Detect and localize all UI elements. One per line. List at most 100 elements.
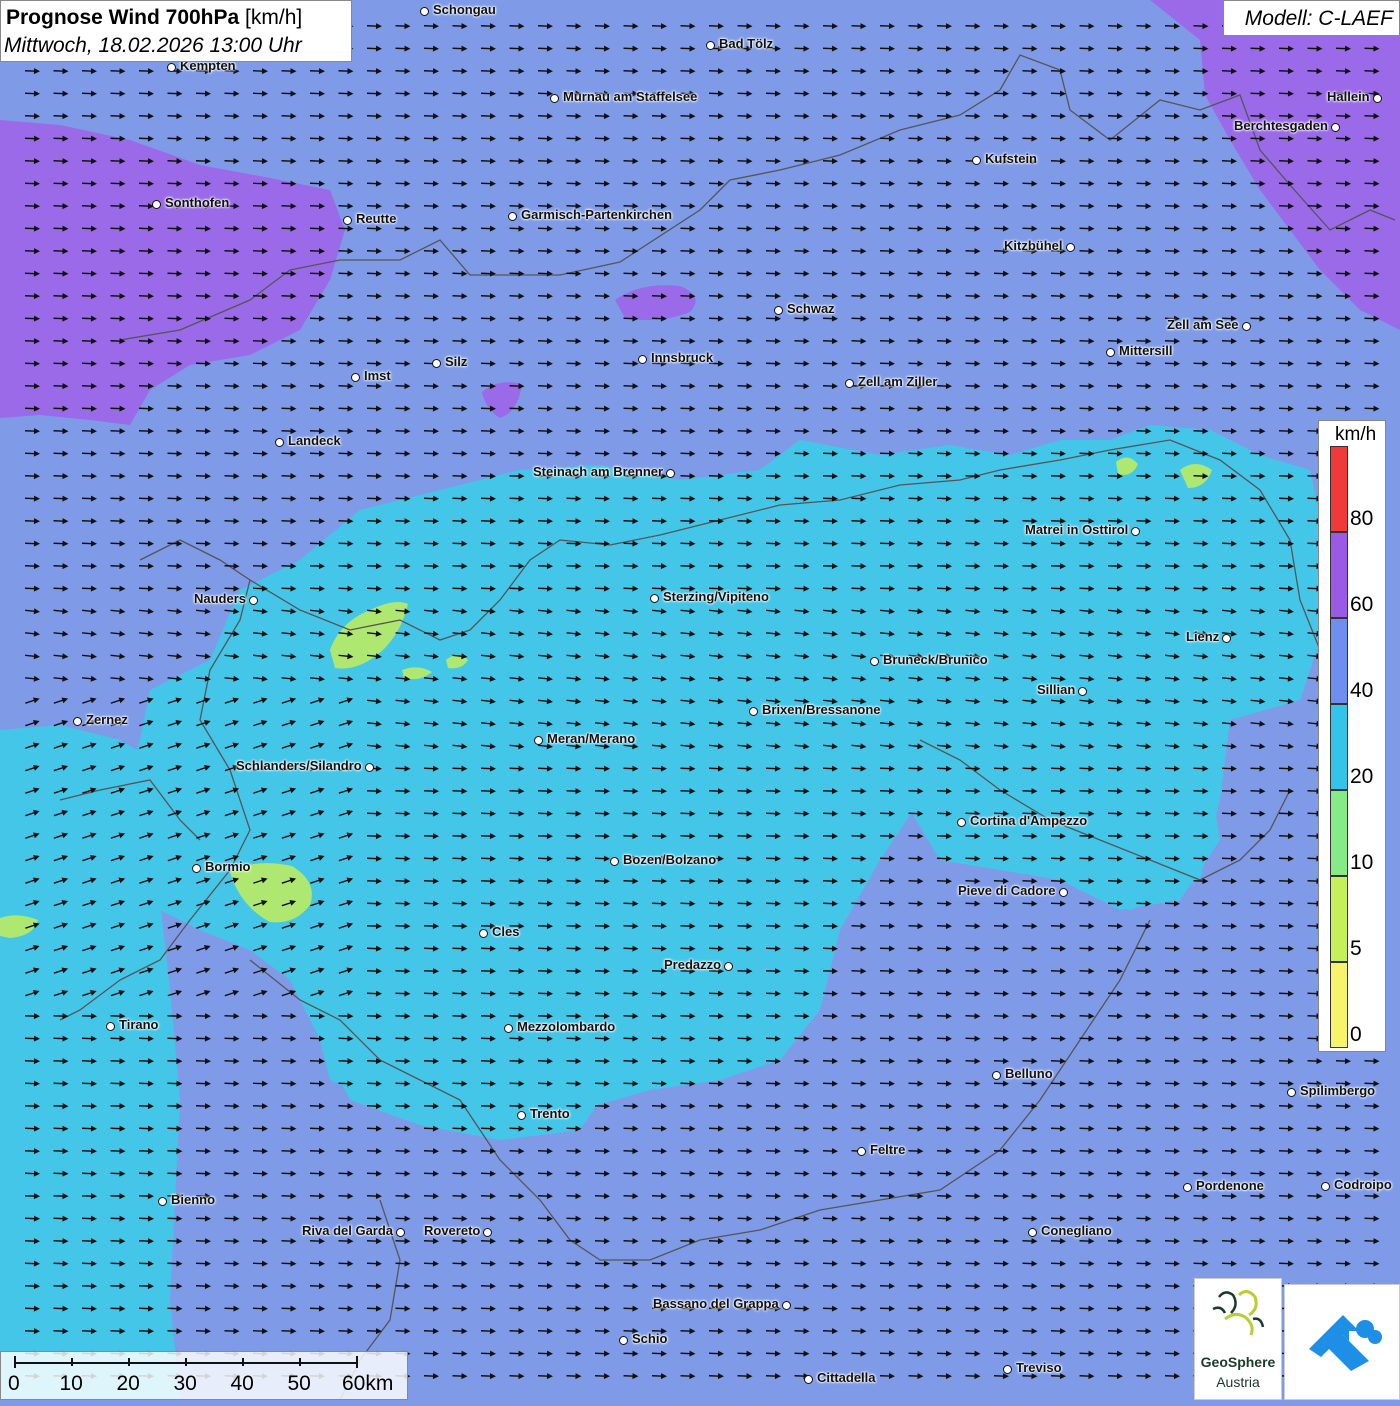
city-label: Bienno — [171, 1192, 215, 1207]
city-label: Schio — [632, 1331, 667, 1346]
scale-bar-tick — [299, 1358, 301, 1366]
wind-zone-cyan-west — [0, 725, 180, 1400]
scale-bar-label: 30 — [174, 1372, 197, 1396]
city-label: Silz — [445, 354, 467, 369]
city-label: Reutte — [356, 211, 396, 226]
city-label: Meran/Merano — [547, 731, 635, 746]
legend-label: 10 — [1350, 851, 1373, 875]
map-title-unit: [km/h] — [245, 6, 302, 29]
legend-unit: km/h — [1335, 424, 1376, 446]
city-marker — [845, 379, 854, 388]
city-label: Garmisch-Partenkirchen — [521, 207, 672, 222]
city-marker — [749, 707, 758, 716]
city-marker — [192, 864, 201, 873]
city-marker — [610, 857, 619, 866]
city-label: Murnau am Staffelsee — [563, 89, 697, 104]
city-label: Mezzolombardo — [517, 1019, 615, 1034]
city-marker — [1106, 348, 1115, 357]
city-label: Matrei in Osttirol — [1025, 522, 1128, 537]
city-marker — [432, 359, 441, 368]
city-marker — [275, 438, 284, 447]
map-title: Prognose Wind 700hPa [km/h] — [6, 6, 302, 30]
city-marker — [1059, 888, 1068, 897]
city-label: Berchtesgaden — [1234, 118, 1328, 133]
city-label: Bad Tölz — [719, 36, 773, 51]
geosphere-logo-icon — [1195, 1279, 1283, 1349]
city-marker — [1078, 687, 1087, 696]
scale-bar-tick — [242, 1358, 244, 1366]
app-logo — [1284, 1284, 1400, 1400]
scale-bar-label: 0 — [8, 1372, 20, 1396]
cloud-arrow-icon — [1285, 1285, 1400, 1401]
model-label-box: Modell: C-LAEF — [1223, 0, 1400, 36]
city-label: Spilimbergo — [1300, 1083, 1375, 1098]
city-marker — [1028, 1228, 1037, 1237]
city-label: Nauders — [194, 591, 246, 606]
city-label: Bozen/Bolzano — [623, 852, 716, 867]
legend-label: 5 — [1350, 937, 1362, 961]
scale-bar-tick — [71, 1358, 73, 1366]
city-marker — [972, 156, 981, 165]
city-marker — [1222, 634, 1231, 643]
city-marker — [158, 1197, 167, 1206]
city-label: Steinach am Brenner — [533, 464, 663, 479]
city-label: Schwaz — [787, 301, 835, 316]
city-label: Cittadella — [817, 1370, 876, 1385]
city-marker — [351, 373, 360, 382]
city-marker — [650, 594, 659, 603]
map-title-box: Prognose Wind 700hPa [km/h] Mittwoch, 18… — [0, 0, 352, 62]
city-marker — [517, 1111, 526, 1120]
map-timestamp: Mittwoch, 18.02.2026 13:00 Uhr — [4, 34, 302, 58]
city-label: Imst — [364, 368, 391, 383]
city-label: Kitzbühel — [1004, 238, 1063, 253]
city-label: Lienz — [1186, 629, 1219, 644]
scale-bar-tick — [356, 1356, 358, 1368]
city-marker — [365, 763, 374, 772]
city-label: Trento — [530, 1106, 570, 1121]
city-marker — [550, 94, 559, 103]
city-marker — [857, 1147, 866, 1156]
scale-bar-label: 50 — [288, 1372, 311, 1396]
city-marker — [1331, 123, 1340, 132]
city-label: Feltre — [870, 1142, 905, 1157]
city-marker — [706, 41, 715, 50]
city-marker — [106, 1022, 115, 1031]
city-marker — [396, 1228, 405, 1237]
scale-bar-label: 60km — [342, 1372, 393, 1396]
city-label: Innsbruck — [651, 350, 713, 365]
city-marker — [73, 717, 82, 726]
city-label: Sillian — [1037, 682, 1075, 697]
city-marker — [504, 1024, 513, 1033]
legend-color-swatch — [1330, 532, 1348, 618]
scale-bar-label: 20 — [117, 1372, 140, 1396]
city-label: Bassano del Grappa — [653, 1296, 779, 1311]
city-label: Brixen/Bressanone — [762, 702, 881, 717]
city-label: Treviso — [1016, 1360, 1062, 1375]
city-label: Sterzing/Vipiteno — [663, 589, 769, 604]
city-marker — [249, 596, 258, 605]
city-label: Zell am Ziller — [858, 374, 937, 389]
city-label: Kufstein — [985, 151, 1037, 166]
city-label: Belluno — [1005, 1066, 1053, 1081]
legend-label: 60 — [1350, 593, 1373, 617]
city-marker — [619, 1336, 628, 1345]
scale-bar-tick — [185, 1358, 187, 1366]
city-marker — [1287, 1088, 1296, 1097]
legend-color-swatch — [1330, 446, 1348, 532]
city-marker — [343, 216, 352, 225]
city-marker — [804, 1375, 813, 1384]
city-label: Bruneck/Brunico — [883, 652, 988, 667]
city-label: Cortina d'Ampezzo — [970, 813, 1087, 828]
city-label: Riva del Garda — [302, 1223, 393, 1238]
city-marker — [1321, 1182, 1330, 1191]
geosphere-logo-line1: GeoSphere — [1194, 1354, 1282, 1370]
city-label: Bormio — [205, 859, 251, 874]
city-marker — [152, 200, 161, 209]
city-marker — [479, 929, 488, 938]
city-marker — [1131, 527, 1140, 536]
city-marker — [870, 657, 879, 666]
geosphere-logo-line2: Austria — [1194, 1374, 1282, 1390]
city-marker — [782, 1301, 791, 1310]
legend-label: 40 — [1350, 679, 1373, 703]
city-marker — [1066, 243, 1075, 252]
